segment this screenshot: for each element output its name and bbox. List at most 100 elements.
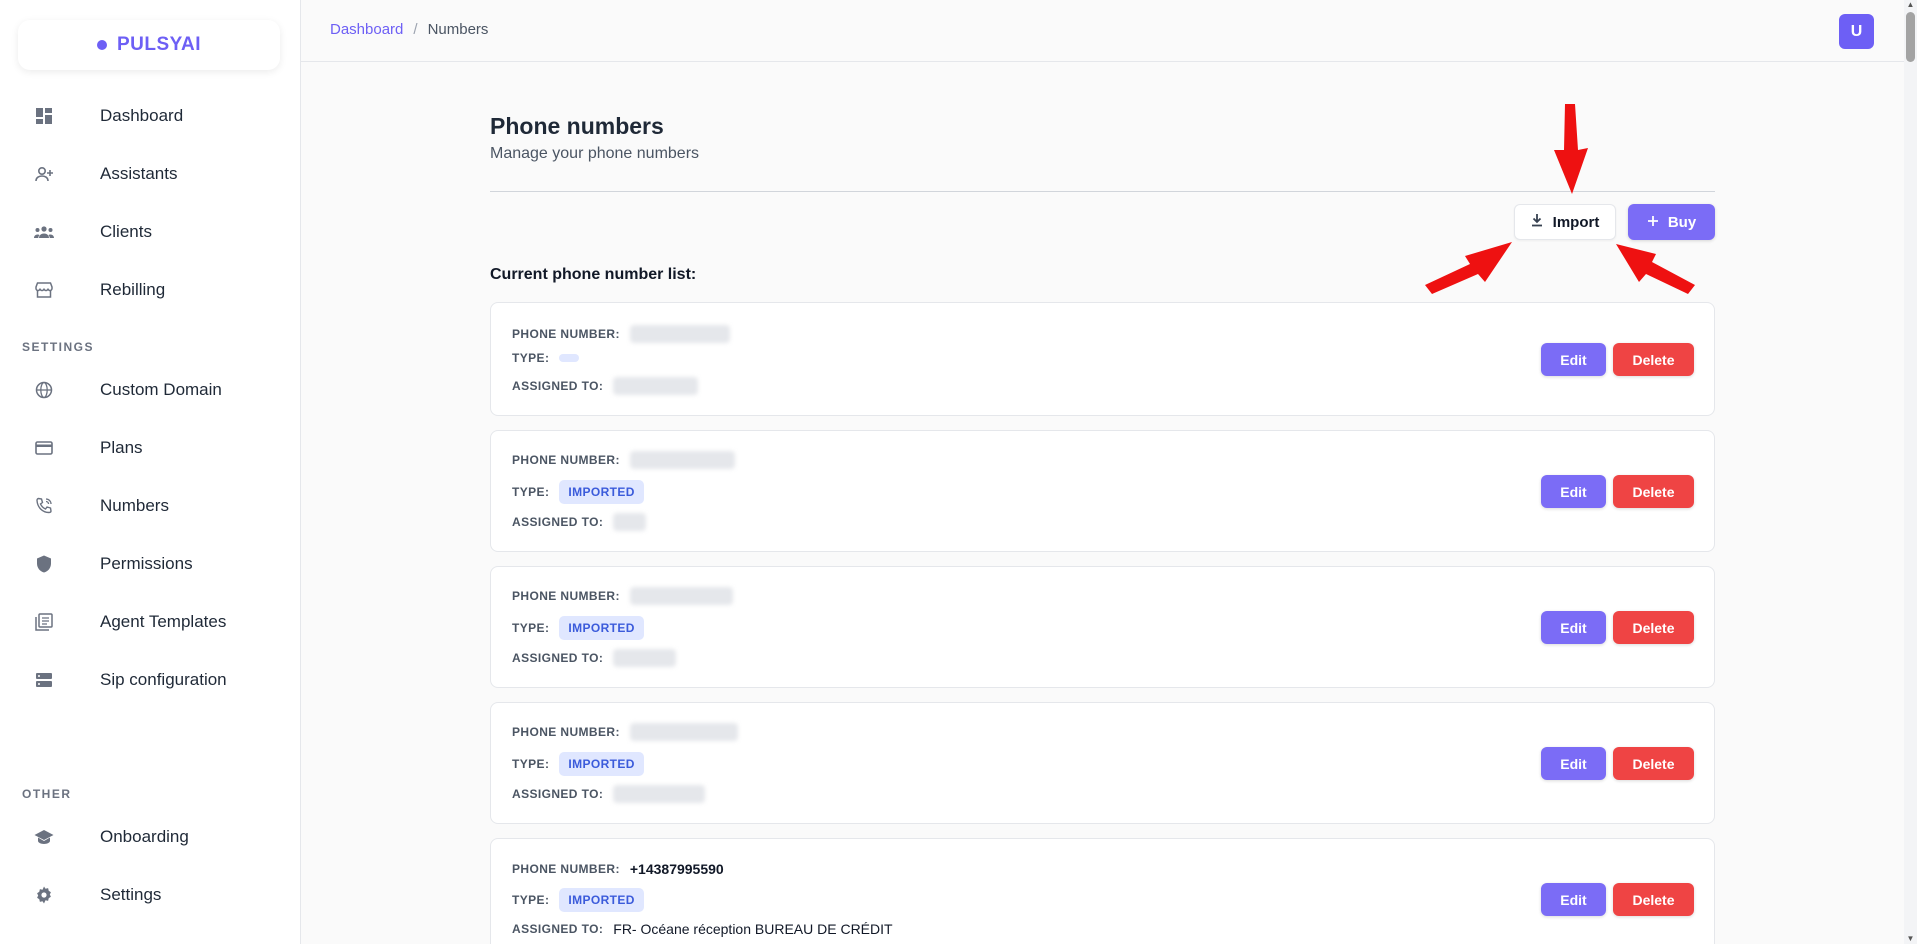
delete-button[interactable]: Delete (1613, 883, 1694, 916)
red-arrow-right-icon (1616, 244, 1695, 294)
delete-button[interactable]: Delete (1613, 475, 1694, 508)
assigned-to-value-redacted (613, 513, 647, 531)
type-label: TYPE: (512, 757, 550, 771)
brand-name: PULSYAI (116, 34, 202, 55)
phone-number-field: PHONE NUMBER: +14387995590 (512, 861, 724, 877)
breadcrumb-dashboard-link[interactable]: Dashboard (330, 21, 403, 38)
page-scrollbar[interactable]: ▲ ▼ (1904, 0, 1917, 944)
type-field: TYPE: (512, 351, 580, 365)
sidebar-item-label: Onboarding (100, 827, 189, 846)
sidebar-item-label: Rebilling (100, 280, 166, 299)
type-badge: IMPORTED (559, 752, 644, 776)
sidebar-item-dashboard[interactable]: Dashboard (0, 93, 300, 139)
assigned-to-value-redacted (613, 377, 699, 395)
page-subtitle: Manage your phone numbers (490, 145, 700, 162)
phone-number-card: PHONE NUMBER: TYPE: ASSIGNED TO: Edit De… (490, 302, 1715, 416)
type-badge: IMPORTED (559, 480, 644, 504)
assigned-to-label: ASSIGNED TO: (512, 379, 604, 393)
type-badge: IMPORTED (559, 888, 644, 912)
sidebar-item-custom-domain[interactable]: Custom Domain (0, 367, 300, 413)
sidebar-item-rebilling[interactable]: Rebilling (0, 267, 300, 313)
scrollbar-thumb[interactable] (1906, 12, 1915, 62)
other-section-heading: OTHER (22, 787, 72, 801)
sidebar-item-label: Assistants (100, 164, 178, 183)
phone-number-field: PHONE NUMBER: (512, 587, 733, 605)
sidebar-item-label: Plans (100, 438, 143, 457)
type-field: TYPE: IMPORTED (512, 752, 644, 776)
edit-button[interactable]: Edit (1541, 883, 1606, 916)
logo-dot-icon (96, 40, 107, 50)
edit-button[interactable]: Edit (1541, 343, 1606, 376)
edit-button[interactable]: Edit (1541, 611, 1606, 644)
phone-number-label: PHONE NUMBER: (512, 589, 620, 603)
delete-button[interactable]: Delete (1613, 747, 1694, 780)
edit-button[interactable]: Edit (1541, 475, 1606, 508)
list-heading: Current phone number list: (490, 266, 697, 283)
person-add-icon (34, 164, 54, 184)
type-label: TYPE: (512, 621, 550, 635)
sidebar-item-numbers[interactable]: Numbers (0, 483, 300, 529)
breadcrumb: Dashboard / Numbers (330, 21, 488, 38)
assigned-to-field: ASSIGNED TO: (512, 785, 706, 803)
brand-logo[interactable]: PULSYAI (18, 20, 280, 70)
sidebar-item-plans[interactable]: Plans (0, 425, 300, 471)
buy-button[interactable]: Buy (1628, 204, 1715, 240)
phone-number-label: PHONE NUMBER: (512, 725, 620, 739)
page-title: Phone numbers (490, 113, 664, 139)
graduation-cap-icon (34, 827, 54, 847)
breadcrumb-current: Numbers (427, 21, 489, 38)
phone-number-label: PHONE NUMBER: (512, 862, 620, 876)
credit-card-icon (34, 438, 54, 458)
sidebar-item-agent-templates[interactable]: Agent Templates (0, 599, 300, 645)
sidebar-item-clients[interactable]: Clients (0, 209, 300, 255)
assigned-to-field: ASSIGNED TO: (512, 377, 699, 395)
sidebar-item-settings[interactable]: Settings (0, 872, 300, 918)
breadcrumb-separator: / (413, 21, 418, 38)
phone-number-field: PHONE NUMBER: (512, 451, 735, 469)
type-field: TYPE: IMPORTED (512, 480, 644, 504)
sidebar-item-sip-configuration[interactable]: Sip configuration (0, 657, 300, 703)
dashboard-icon (34, 106, 54, 126)
red-arrow-left-icon (1425, 242, 1512, 294)
sidebar-item-permissions[interactable]: Permissions (0, 541, 300, 587)
scroll-up-arrow-icon[interactable]: ▲ (1906, 0, 1915, 10)
type-label: TYPE: (512, 893, 550, 907)
phone-number-field: PHONE NUMBER: (512, 723, 738, 741)
assigned-to-value-redacted (613, 649, 677, 667)
phone-icon (34, 496, 54, 516)
assigned-to-label: ASSIGNED TO: (512, 787, 604, 801)
avatar[interactable]: U (1839, 14, 1874, 49)
globe-icon (34, 380, 54, 400)
edit-button[interactable]: Edit (1541, 747, 1606, 780)
assigned-to-field: ASSIGNED TO: (512, 649, 677, 667)
sidebar-item-assistants[interactable]: Assistants (0, 151, 300, 197)
assigned-to-label: ASSIGNED TO: (512, 651, 604, 665)
phone-number-label: PHONE NUMBER: (512, 453, 620, 467)
red-arrow-down-icon (1554, 104, 1588, 194)
delete-button[interactable]: Delete (1613, 611, 1694, 644)
import-button[interactable]: Import (1514, 204, 1616, 240)
phone-number-card: PHONE NUMBER: +14387995590 TYPE: IMPORTE… (490, 838, 1715, 944)
phone-number-card: PHONE NUMBER: TYPE: IMPORTED ASSIGNED TO… (490, 566, 1715, 688)
plus-icon (1647, 214, 1659, 231)
scroll-down-arrow-icon[interactable]: ▼ (1906, 934, 1915, 944)
sidebar-item-label: Agent Templates (100, 612, 227, 631)
phone-number-label: PHONE NUMBER: (512, 327, 620, 341)
assigned-to-field: ASSIGNED TO: FR- Océane réception BUREAU… (512, 921, 893, 937)
gear-icon (34, 885, 54, 905)
sidebar-item-label: Numbers (100, 496, 169, 515)
phone-number-value-redacted (629, 451, 735, 469)
header-divider (490, 191, 1715, 192)
phone-number-card: PHONE NUMBER: TYPE: IMPORTED ASSIGNED TO… (490, 430, 1715, 552)
delete-button[interactable]: Delete (1613, 343, 1694, 376)
type-field: TYPE: IMPORTED (512, 888, 644, 912)
sidebar-item-onboarding[interactable]: Onboarding (0, 814, 300, 860)
assigned-to-label: ASSIGNED TO: (512, 515, 604, 529)
sidebar-item-label: Dashboard (100, 106, 184, 125)
phone-number-field: PHONE NUMBER: (512, 325, 730, 343)
phone-number-value: +14387995590 (629, 861, 724, 877)
phone-number-value-redacted (629, 723, 738, 741)
phone-number-value-redacted (629, 325, 730, 343)
groups-icon (34, 222, 54, 242)
type-label: TYPE: (512, 351, 550, 365)
